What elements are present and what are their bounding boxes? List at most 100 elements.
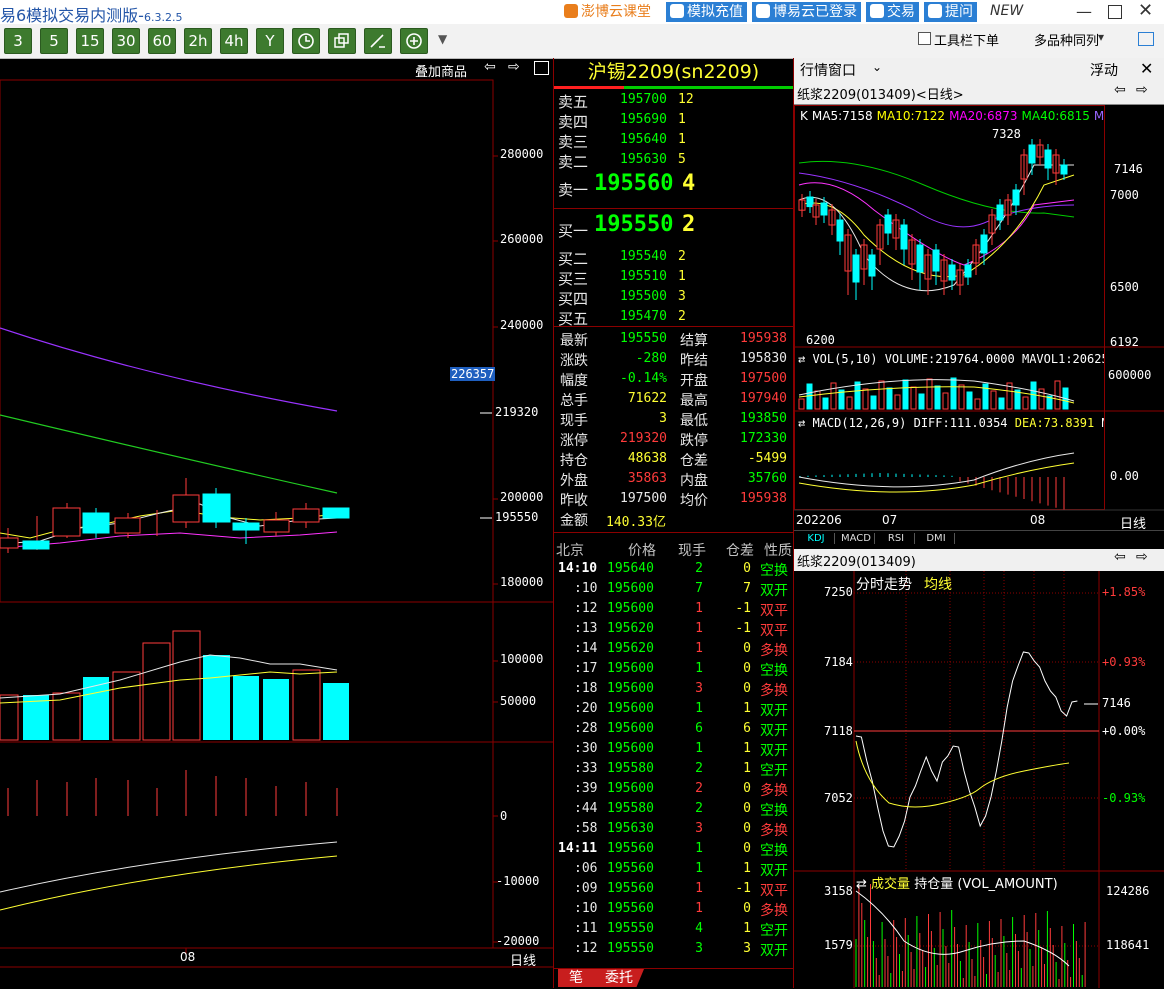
tick-row: 14:10 195640 2 0 空换 [554,560,793,580]
indicator-tab-rsi[interactable]: RSI [878,533,915,544]
stat-value: 197940 [740,391,787,406]
stat-label: 最高 [680,393,708,409]
tick-oi-change: 0 [743,801,751,816]
ma-legend-item: MA10:7122 [876,109,946,123]
tick-nature: 多换 [760,683,788,699]
orderbook-row[interactable]: 卖一 195560 4 [554,169,793,207]
last-price-label: 195550 [495,510,539,524]
stat-row: 涨停 219320 跌停 172330 [554,430,793,450]
price-tick: 7000 [1110,188,1139,202]
period-button-2[interactable]: 15 [76,28,104,54]
titlebar-link-1[interactable]: 模拟充值 [666,2,747,22]
period-button-5[interactable]: 2h [184,28,212,54]
clock-icon[interactable] [292,28,320,54]
tick-price: 195630 [607,821,654,836]
orderbook-volume: 2 [678,249,686,264]
indicator-tab-macd[interactable]: MACD [838,533,875,544]
arrow-left-icon[interactable]: ⇦ [484,59,496,75]
close-icon[interactable]: ✕ [1140,59,1153,78]
tick-row: :30 195600 1 1 双开 [554,740,793,760]
tick-time: :44 [574,801,598,816]
orderbook-row[interactable]: 买三 195510 1 [554,268,793,288]
stat-row: 持仓 48638 仓差 -5499 [554,450,793,470]
tick-volume: 1 [695,601,703,616]
orderbook-volume: 5 [678,152,686,167]
refresh-icon[interactable]: ⇄ [798,352,812,366]
refresh-icon[interactable]: ⇄ [856,877,871,892]
date-label: 07 [882,513,898,527]
titlebar-link-2[interactable]: 博易云已登录 [752,2,861,22]
arrow-left-icon[interactable]: ⇦ [1114,82,1126,98]
tick-nature: 双平 [760,883,788,899]
refresh-icon[interactable]: ⇄ [798,416,812,430]
overlay-commodity-button[interactable]: 叠加商品 [415,61,467,80]
arrow-right-icon[interactable]: ⇨ [508,59,520,75]
orderbook-row[interactable]: 卖三 195640 1 [554,131,793,151]
tick-oi-change: 0 [743,641,751,656]
tick-time: :10 [574,581,598,596]
layout-icon[interactable] [1138,32,1154,46]
orderbook-row[interactable]: 买四 195500 3 [554,288,793,308]
orderbook-row[interactable]: 买五 195470 2 [554,308,793,328]
maximize-icon[interactable] [1108,5,1122,19]
period-button-7[interactable]: Y [256,28,284,54]
titlebar-link-0[interactable]: 澎博云课堂 [560,2,655,22]
orderbook-volume: 2 [678,309,686,324]
arrow-right-icon[interactable]: ⇨ [1136,549,1148,565]
intraday-chart[interactable]: 分时走势 均线 7250 7184 7118 7052 +1.85% +0.93… [794,571,1164,988]
vol-tick: 100000 [500,652,544,666]
tick-nature: 空开 [760,923,788,939]
tick-time: :30 [574,741,598,756]
windows-icon[interactable] [328,28,356,54]
period-button-6[interactable]: 4h [220,28,248,54]
indicator-tab-kdj[interactable]: KDJ [798,533,835,544]
tick-time: :13 [574,621,598,636]
orderbook-row[interactable]: 卖二 195630 5 [554,151,793,171]
add-indicator-icon[interactable] [400,28,428,54]
multi-column-label[interactable]: 多品种同列 [1034,30,1099,49]
orderbook-row[interactable]: 卖四 195690 1 [554,111,793,131]
close-icon[interactable]: ✕ [1138,0,1153,21]
main-kline-chart[interactable]: 叠加商品 ⇦ ⇨ 280000 260000 240000 200000 180000 1… [0,58,553,969]
orderbook-price: 195630 [620,152,667,167]
toolbar-order-checkbox[interactable] [918,32,931,45]
tick-time: :39 [574,781,598,796]
orderbook-label: 卖三 [558,133,589,151]
pct-tick: +1.85% [1102,585,1146,599]
arrow-right-icon[interactable]: ⇨ [1136,82,1148,98]
tab-ticks[interactable]: 笔 [558,969,594,987]
tab-orders[interactable]: 委托 [594,969,644,987]
orderbook-row[interactable]: 买二 195540 2 [554,248,793,268]
period-button-3[interactable]: 30 [112,28,140,54]
float-button[interactable]: 浮动 [1090,60,1118,80]
period-button-4[interactable]: 60 [148,28,176,54]
stat-row: 幅度 -0.14% 开盘 197500 [554,370,793,390]
ticks-header: 性质 [764,543,792,559]
kline-title-bar: 纸浆2209(013409)<日线> ⇦ ⇨ [794,82,1164,105]
chevron-down-icon[interactable]: ⌄ [872,60,882,74]
tick-price: 195600 [607,721,654,736]
indicator-tab-dmi[interactable]: DMI [918,533,955,544]
orderbook-row[interactable]: 卖五 195700 12 [554,91,793,111]
period-button-1[interactable]: 5 [40,28,68,54]
tick-time: :12 [574,941,598,956]
panel-layout-icon[interactable] [534,61,549,75]
titlebar-link-3[interactable]: 交易 [866,2,919,22]
orderbook-label: 卖一 [558,181,589,199]
pct-tick: +0.93% [1102,655,1146,669]
macd-tick: 0 [500,809,508,823]
minimize-icon[interactable]: — [1076,2,1092,21]
titlebar-link-4[interactable]: 提问 [924,2,977,22]
macd-tick: -20000 [496,934,540,948]
arrow-left-icon[interactable]: ⇦ [1114,549,1126,565]
chevron-down-icon[interactable]: ▾ [1098,30,1104,44]
daily-kline-chart[interactable]: KMA5:7158MA10:7122MA20:6873MA40:6815MA6 … [794,105,1164,532]
draw-icon[interactable] [364,28,392,54]
ma-legend-item: MA6 [1093,109,1104,123]
ma-legend-item: K [800,109,808,123]
tick-row: :13 195620 1 -1 双平 [554,620,793,640]
period-button-0[interactable]: 3 [4,28,32,54]
more-dropdown-icon[interactable]: ▼ [438,32,447,46]
orderbook-row[interactable]: 买一 195550 2 [554,210,793,248]
tick-volume: 1 [695,861,703,876]
